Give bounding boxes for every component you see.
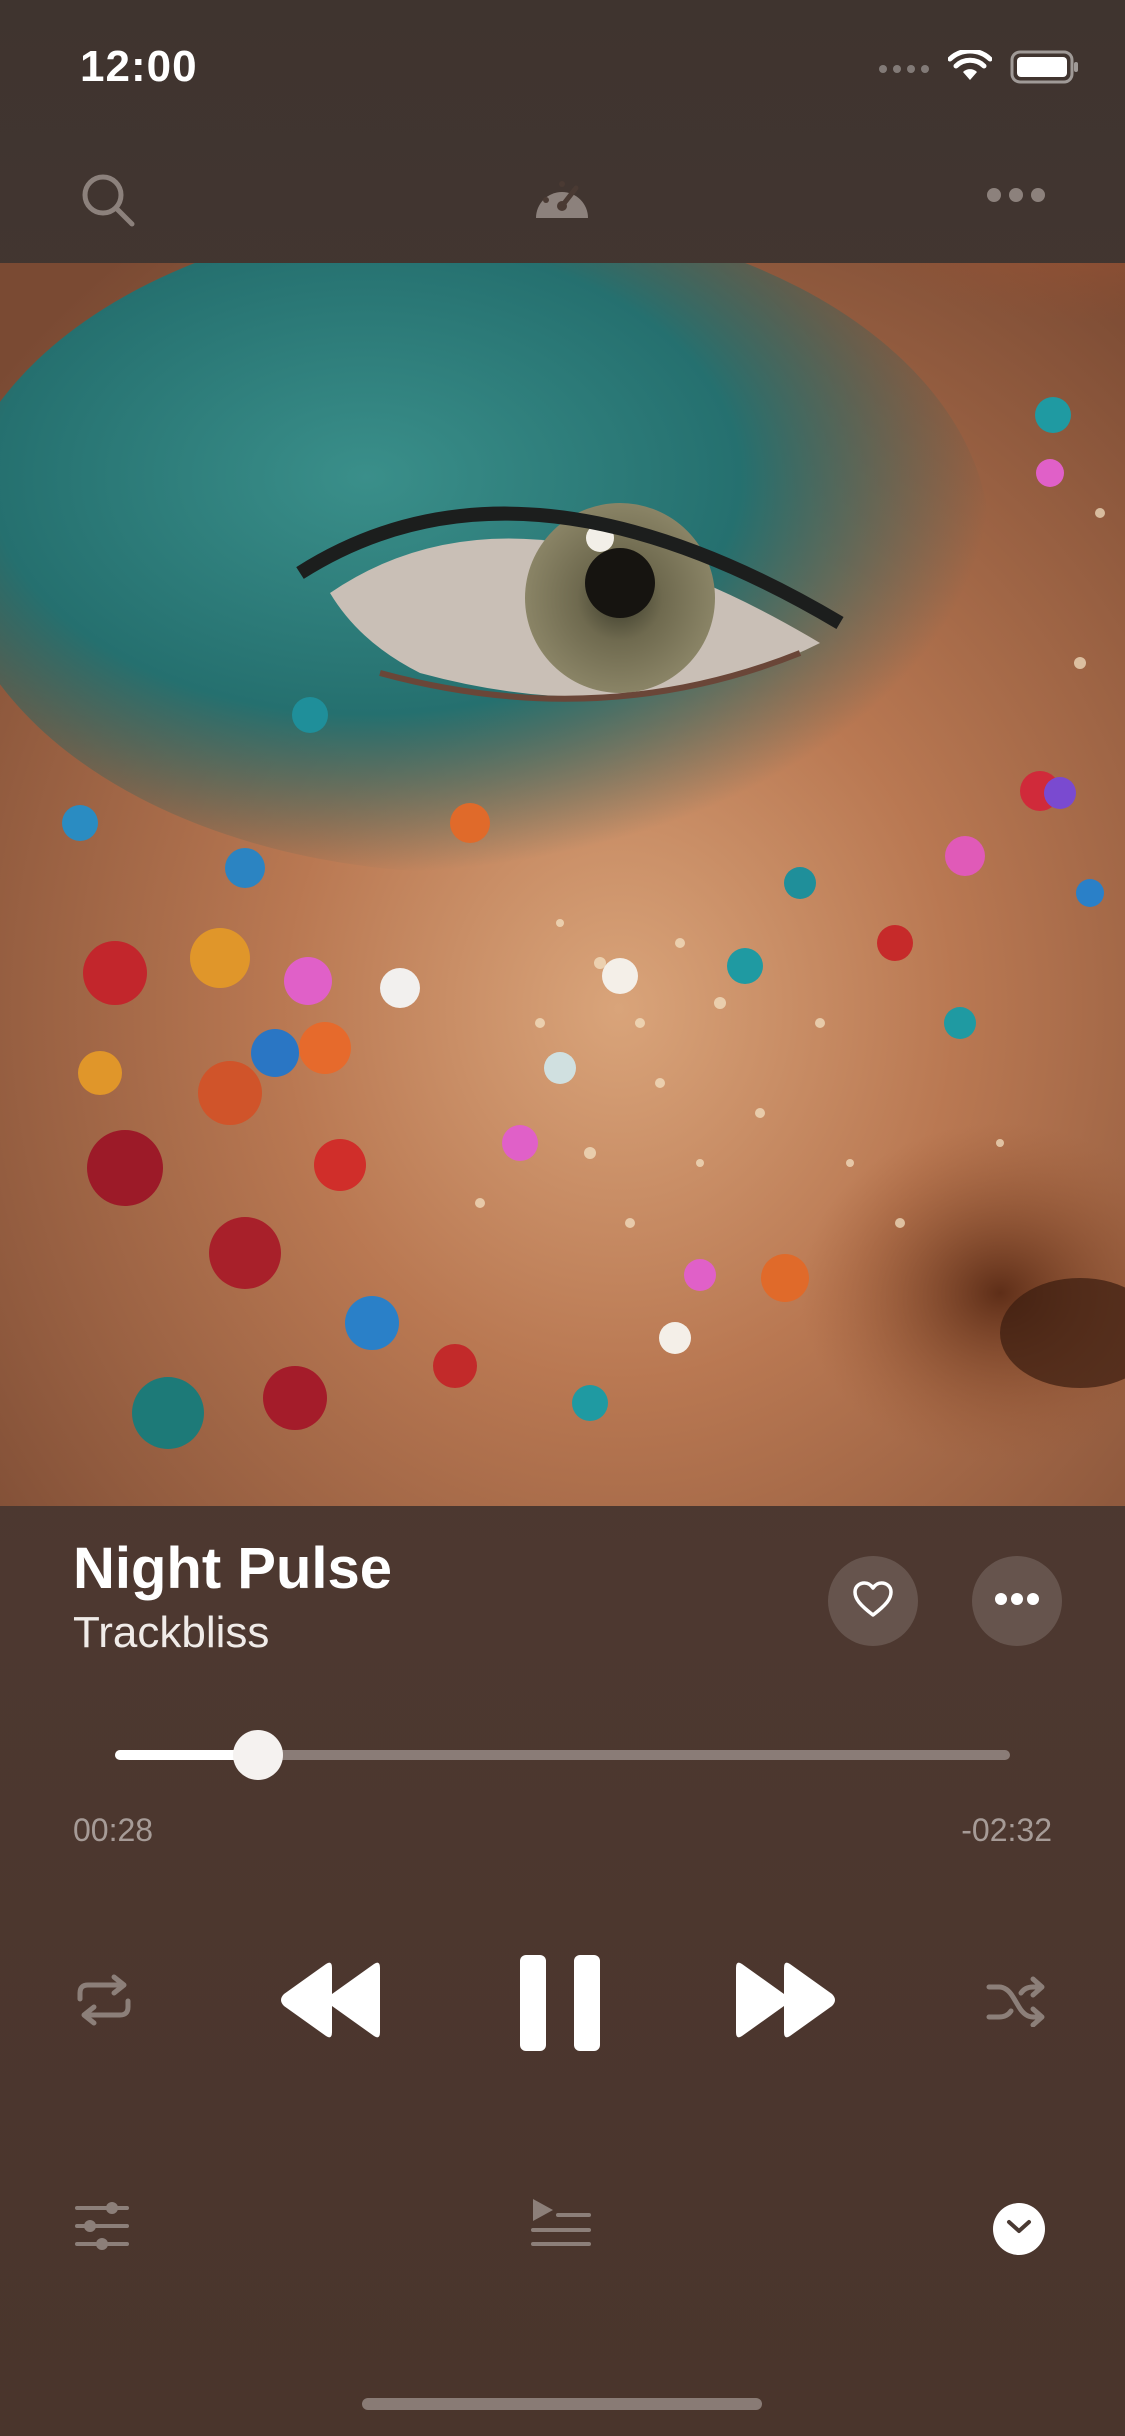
track-more-button[interactable] [972, 1556, 1062, 1646]
equalizer-button[interactable] [74, 2200, 130, 2257]
queue-button[interactable] [530, 2198, 592, 2250]
progress-slider[interactable] [115, 1730, 1010, 1780]
collapse-chevron-icon [1006, 2219, 1032, 2240]
progress-thumb[interactable] [233, 1730, 284, 1780]
elapsed-time: 00:28 [73, 1812, 154, 1848]
rewind-icon [278, 1956, 382, 2049]
top-toolbar [0, 150, 1125, 250]
track-title: Night Pulse [73, 1536, 393, 1601]
cellular-signal-icon [878, 60, 930, 79]
album-cover-image [0, 263, 1125, 1506]
shuffle-icon [985, 1975, 1047, 2032]
pause-button[interactable] [518, 1953, 602, 2058]
wifi-icon [947, 48, 993, 89]
favorite-button[interactable] [828, 1556, 918, 1646]
home-indicator[interactable] [362, 2398, 762, 2410]
more-horizontal-icon[interactable] [986, 185, 1046, 210]
heart-icon [852, 1580, 894, 1623]
shuffle-button[interactable] [985, 1975, 1047, 2032]
queue-icon [530, 2196, 592, 2253]
rewind-button[interactable] [278, 1958, 382, 2046]
remaining-time: -02:32 [961, 1812, 1052, 1848]
search-icon[interactable] [78, 170, 138, 235]
status-bar: 12:00 [0, 0, 1125, 130]
fast-forward-icon [734, 1956, 838, 2049]
track-artist[interactable]: Trackbliss [73, 1608, 269, 1658]
repeat-icon [72, 1973, 136, 2032]
more-horizontal-icon [995, 1592, 1039, 1611]
status-icons [878, 48, 1080, 89]
equalizer-icon [74, 2200, 130, 2257]
battery-icon [1010, 50, 1080, 89]
status-time: 12:00 [80, 42, 198, 91]
pause-icon [518, 1953, 602, 2058]
collapse-player-button[interactable] [993, 2203, 1045, 2255]
repeat-button[interactable] [72, 1973, 136, 2032]
speedometer-icon[interactable] [532, 170, 592, 227]
fast-forward-button[interactable] [734, 1958, 838, 2046]
